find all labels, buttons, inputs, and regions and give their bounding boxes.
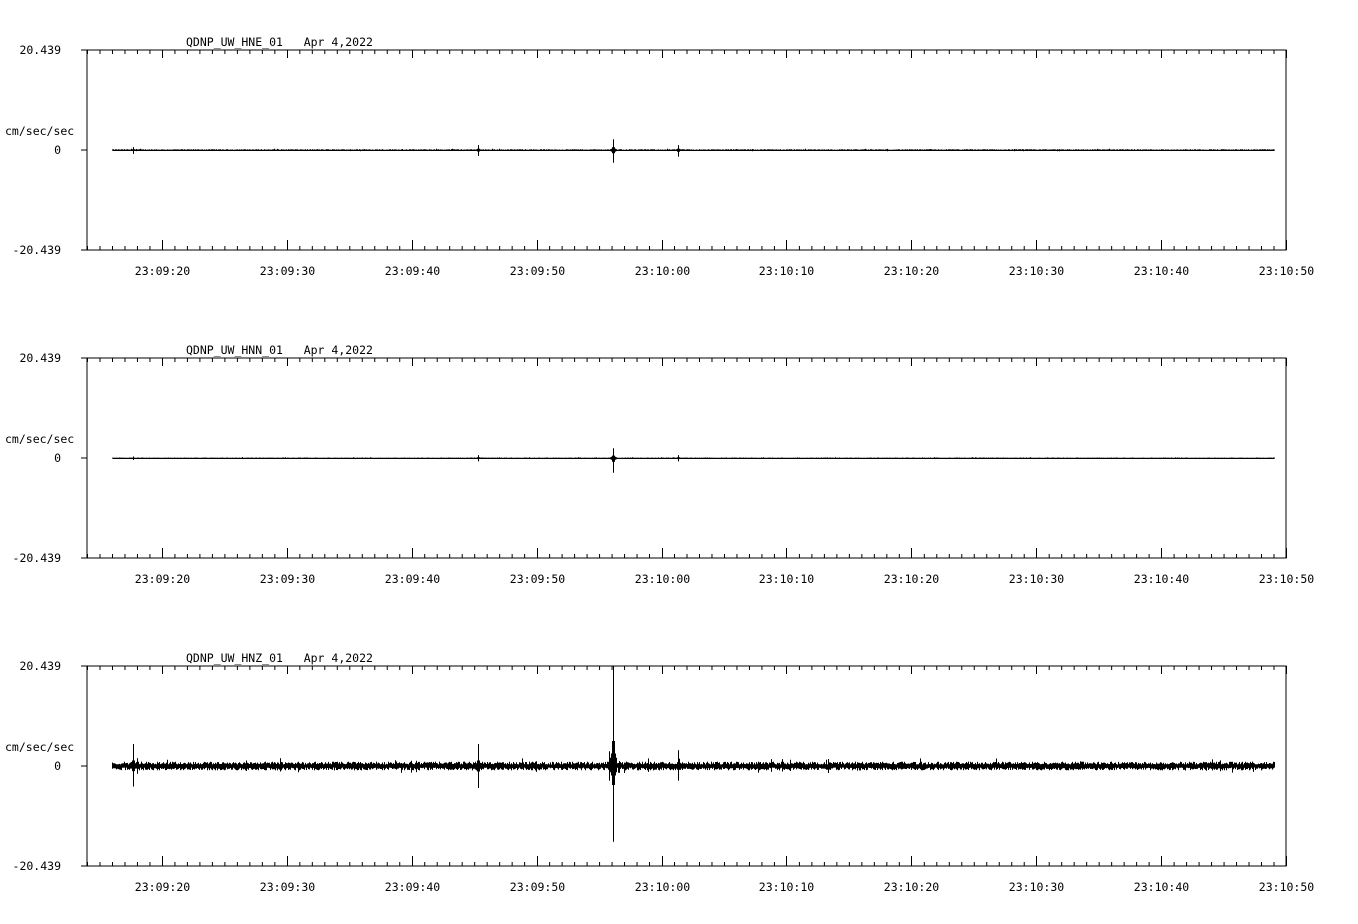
x-tick-label: 23:10:00: [635, 264, 690, 278]
x-tick-label: 23:10:50: [1259, 880, 1314, 894]
x-tick-label: 23:09:50: [510, 572, 565, 586]
x-tick-label: 23:10:40: [1134, 264, 1189, 278]
y-tick-label: 20.439: [19, 351, 61, 365]
x-tick-label: 23:10:50: [1259, 264, 1314, 278]
x-tick-label: 23:09:40: [385, 880, 440, 894]
x-tick-label: 23:09:20: [135, 264, 190, 278]
y-axis-label: cm/sec/sec: [5, 740, 74, 754]
panel-title: QDNP_UW_HNE_01 Apr 4,2022: [186, 35, 373, 49]
x-tick-label: 23:09:20: [135, 880, 190, 894]
x-tick-label: 23:10:30: [1009, 880, 1064, 894]
x-tick-label: 23:09:40: [385, 572, 440, 586]
y-tick-label: 0: [54, 759, 61, 773]
x-tick-label: 23:09:50: [510, 880, 565, 894]
y-tick-label: 0: [54, 451, 61, 465]
x-tick-label: 23:10:00: [635, 880, 690, 894]
panel-title: QDNP_UW_HNZ_01 Apr 4,2022: [186, 651, 373, 665]
x-tick-label: 23:10:50: [1259, 572, 1314, 586]
y-tick-label: -20.439: [13, 859, 62, 873]
x-tick-label: 23:09:30: [260, 880, 315, 894]
x-tick-label: 23:10:10: [759, 572, 814, 586]
y-tick-label: -20.439: [13, 551, 62, 565]
x-tick-label: 23:09:30: [260, 264, 315, 278]
x-tick-label: 23:10:20: [884, 880, 939, 894]
y-axis-label: cm/sec/sec: [5, 124, 74, 138]
waveform-trace: [112, 666, 1275, 842]
x-tick-label: 23:10:40: [1134, 880, 1189, 894]
x-tick-label: 23:10:40: [1134, 572, 1189, 586]
y-tick-label: 0: [54, 143, 61, 157]
y-axis-label: cm/sec/sec: [5, 432, 74, 446]
seismogram-panel-3: QDNP_UW_HNZ_01 Apr 4,2022 cm/sec/sec 20.43…: [5, 651, 1314, 894]
seismogram-panel-2: QDNP_UW_HNN_01 Apr 4,2022 cm/sec/sec 20.43…: [5, 343, 1314, 586]
x-tick-label: 23:09:50: [510, 264, 565, 278]
x-tick-label: 23:09:20: [135, 572, 190, 586]
seismogram-figure: QDNP_UW_HNE_01 Apr 4,2022 cm/sec/sec 20.43…: [5, 35, 1314, 894]
x-tick-label: 23:09:40: [385, 264, 440, 278]
seismogram-panel-1: QDNP_UW_HNE_01 Apr 4,2022 cm/sec/sec 20.43…: [5, 35, 1314, 278]
x-tick-label: 23:10:10: [759, 880, 814, 894]
x-tick-label: 23:10:30: [1009, 572, 1064, 586]
y-tick-label: 20.439: [19, 659, 61, 673]
y-tick-label: 20.439: [19, 43, 61, 57]
x-tick-label: 23:10:20: [884, 264, 939, 278]
y-tick-label: -20.439: [13, 243, 62, 257]
x-tick-label: 23:09:30: [260, 572, 315, 586]
waveform-trace: [112, 139, 1275, 163]
panel-title: QDNP_UW_HNN_01 Apr 4,2022: [186, 343, 373, 357]
x-tick-label: 23:10:10: [759, 264, 814, 278]
x-tick-label: 23:10:00: [635, 572, 690, 586]
x-tick-label: 23:10:30: [1009, 264, 1064, 278]
waveform-trace: [112, 448, 1275, 473]
x-tick-label: 23:10:20: [884, 572, 939, 586]
